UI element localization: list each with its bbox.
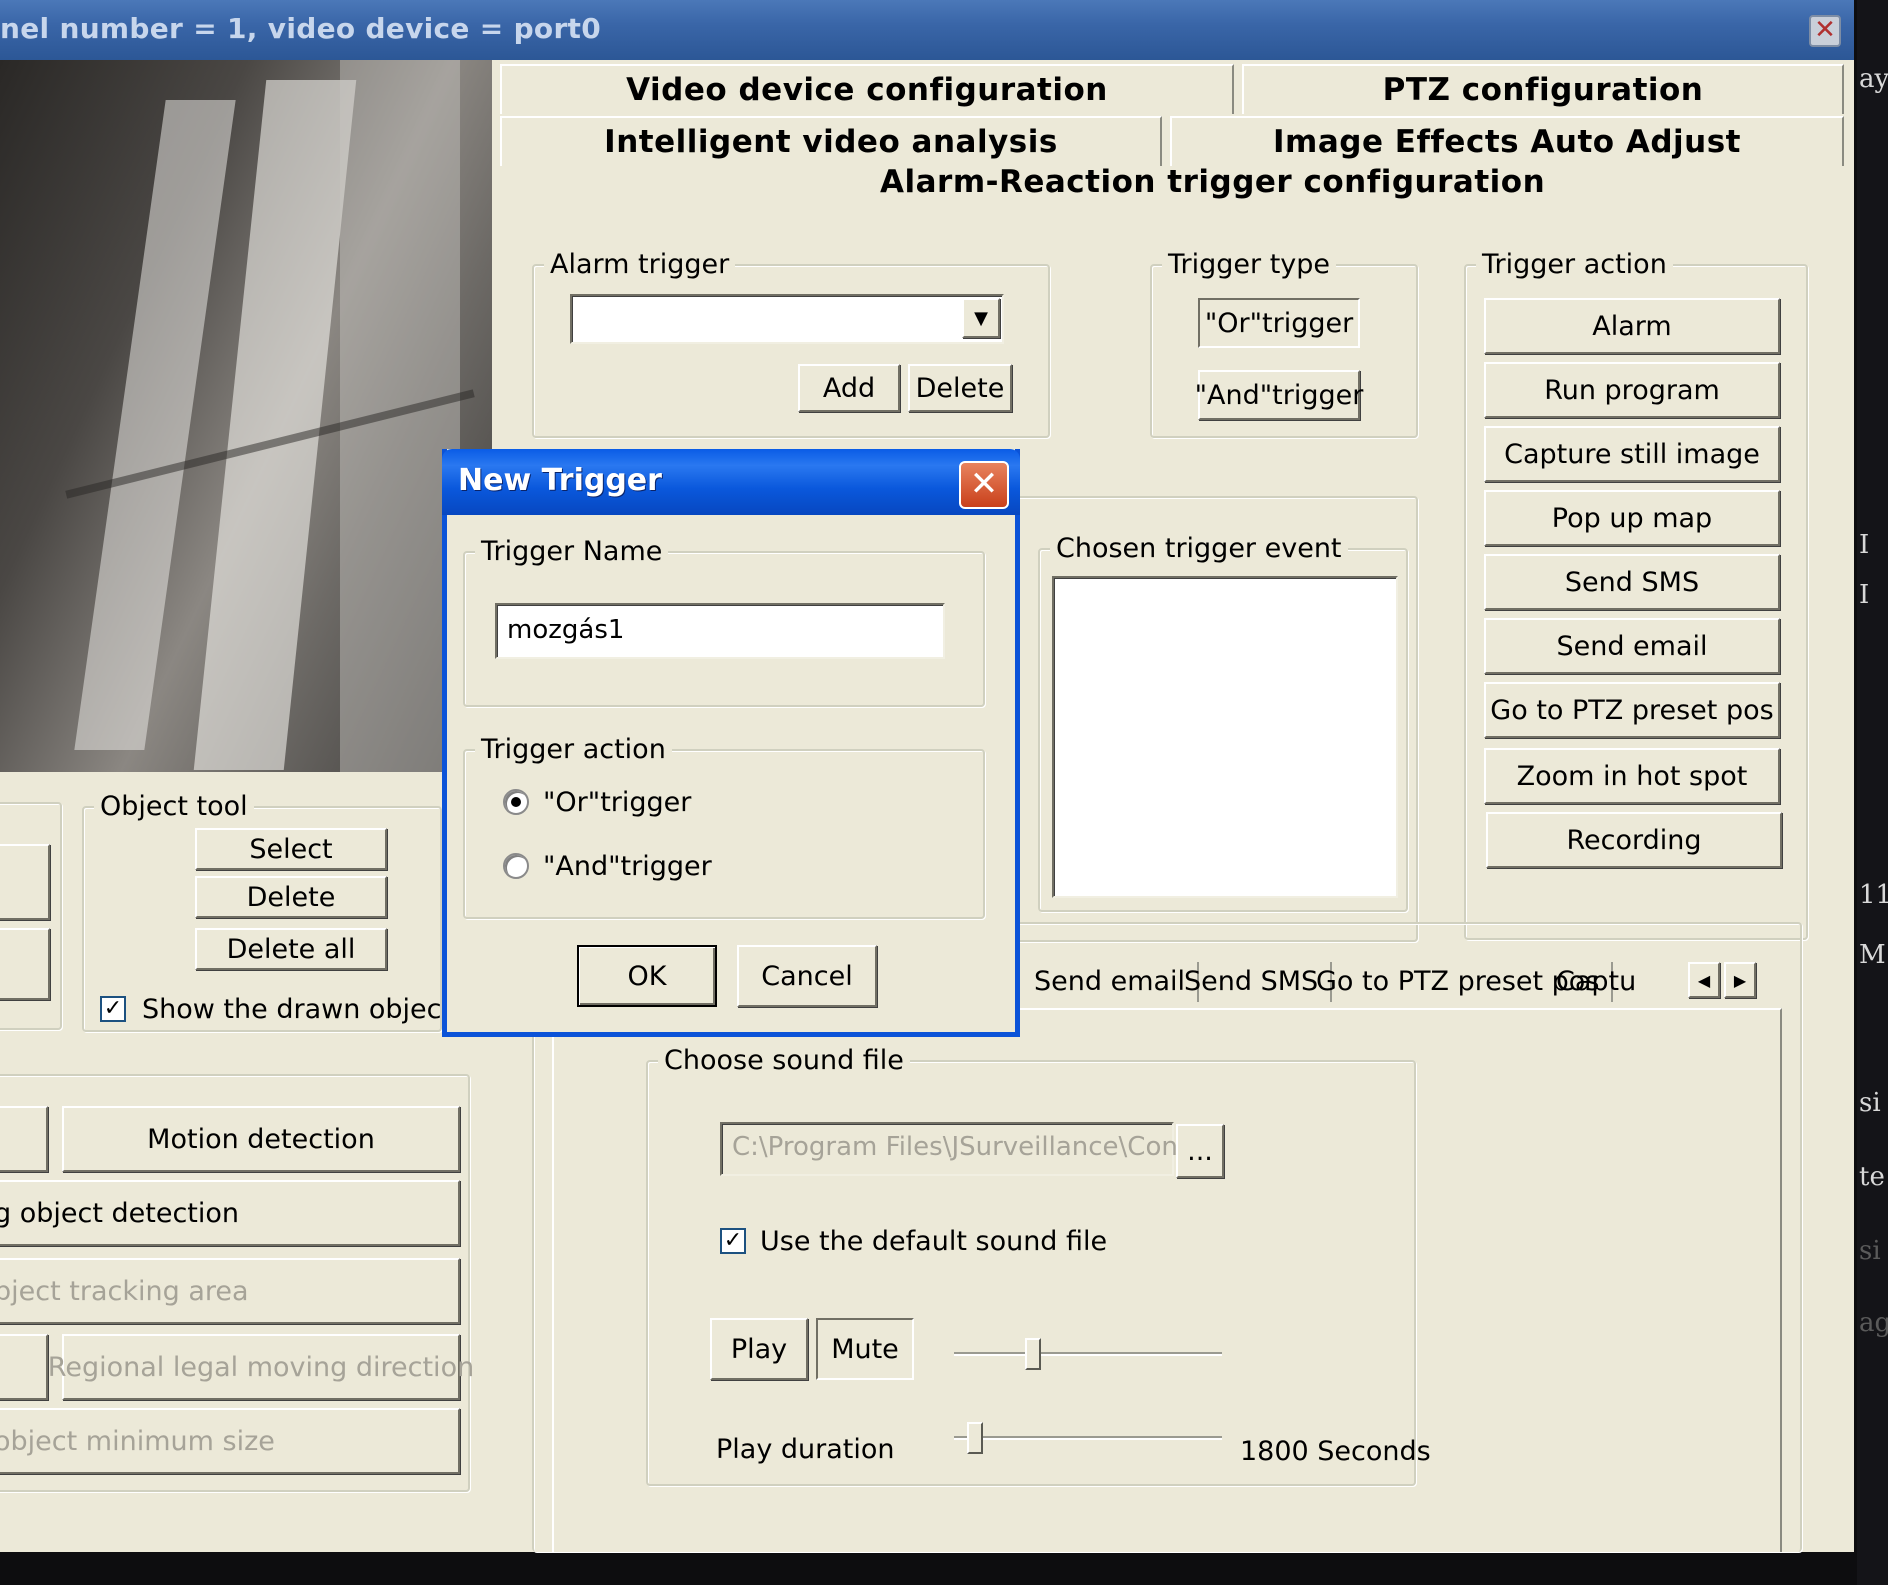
background-text: ay (1859, 64, 1888, 94)
trigger-name-input[interactable]: mozgás1 (495, 603, 945, 659)
tab-intelligent-video[interactable]: Intelligent video analysis (500, 116, 1162, 166)
partial-button[interactable] (0, 1106, 48, 1172)
and-trigger-type-button[interactable]: "And"trigger (1195, 370, 1363, 420)
background-text: ag (1859, 1308, 1888, 1338)
tab-video-device[interactable]: Video device configuration (500, 64, 1234, 114)
min-size-button[interactable]: object minimum size (0, 1408, 460, 1474)
or-trigger-type-button[interactable]: "Or"trigger (1198, 298, 1360, 348)
alarm-trigger-legend: Alarm trigger (544, 250, 736, 280)
or-trigger-radio-label: "Or"trigger (543, 787, 692, 818)
send-sms-button[interactable]: Send SMS (1484, 554, 1780, 610)
action-tab-strip: Send email Send SMS Go to PTZ preset pos… (1022, 962, 1742, 1004)
left-tool-panel: Object tool Select Delete Delete all ✓ S… (0, 772, 492, 1552)
alarm-trigger-select[interactable]: ▼ (570, 294, 1004, 344)
dialog-trigger-action-legend: Trigger action (475, 735, 672, 765)
recording-button[interactable]: Recording (1486, 812, 1782, 868)
pop-up-map-button[interactable]: Pop up map (1484, 490, 1780, 546)
tab-scroll-right-icon[interactable]: ▶ (1724, 962, 1756, 998)
select-button[interactable]: Select (195, 828, 387, 870)
sound-path-value: C:\Program Files\JSurveillance\Conf (732, 1132, 1187, 1162)
motion-detection-button[interactable]: Motion detection (62, 1106, 460, 1172)
partial-button[interactable] (0, 928, 50, 1000)
dialog-title-bar: New Trigger ✕ (442, 449, 1020, 515)
background-text: I (1859, 580, 1870, 610)
object-detection-button[interactable]: g object detection (0, 1180, 460, 1246)
background-text: 11 (1859, 880, 1888, 910)
sound-file-group: Choose sound file (646, 1046, 1416, 1486)
delete-all-button[interactable]: Delete all (195, 928, 387, 970)
trigger-action-legend: Trigger action (1476, 250, 1673, 280)
trigger-type-legend: Trigger type (1162, 250, 1337, 280)
run-program-button[interactable]: Run program (1484, 362, 1780, 418)
background-text: si (1859, 1088, 1881, 1118)
tab-scroll-left-icon[interactable]: ◀ (1688, 962, 1720, 998)
and-trigger-radio[interactable] (503, 853, 529, 879)
background-text: te (1859, 1162, 1885, 1192)
partial-button[interactable] (0, 1334, 48, 1400)
trigger-name-value: mozgás1 (507, 615, 625, 645)
play-duration-label: Play duration (716, 1434, 895, 1465)
new-trigger-dialog: New Trigger ✕ Trigger Name mozgás1 Trigg… (442, 449, 1020, 1037)
background-text: si (1859, 1236, 1881, 1266)
tab-capture[interactable]: Captu (1544, 962, 1648, 1002)
delete-trigger-button[interactable]: Delete (908, 364, 1012, 412)
tracking-area-button[interactable]: bject tracking area (0, 1258, 460, 1324)
or-trigger-radio[interactable] (503, 789, 529, 815)
and-trigger-radio-label: "And"trigger (543, 851, 712, 882)
add-trigger-button[interactable]: Add (798, 364, 900, 412)
background-text: M (1859, 940, 1886, 970)
play-duration-value: 1800 Seconds (1240, 1436, 1431, 1467)
tab-ptz[interactable]: PTZ configuration (1242, 64, 1844, 114)
regional-direction-button[interactable]: Regional legal moving direction (48, 1334, 474, 1400)
dialog-trigger-action-group: Trigger action (463, 735, 985, 919)
title-bar: nel number = 1, video device = port0 ✕ (0, 0, 1854, 60)
use-default-sound-checkbox[interactable]: ✓ (720, 1228, 746, 1254)
show-drawn-checkbox[interactable]: ✓ (100, 996, 126, 1022)
ok-button[interactable]: OK (577, 945, 717, 1007)
chevron-down-icon[interactable]: ▼ (962, 298, 1000, 338)
show-drawn-label: Show the drawn object (142, 994, 453, 1025)
dialog-close-icon[interactable]: ✕ (959, 461, 1009, 509)
window-title: nel number = 1, video device = port0 (0, 12, 602, 45)
duration-slider-track (954, 1436, 1222, 1440)
window-close-icon[interactable]: ✕ (1809, 15, 1841, 47)
object-tool-legend: Object tool (94, 792, 254, 822)
duration-slider[interactable] (966, 1422, 983, 1454)
alarm-action-button[interactable]: Alarm (1484, 298, 1780, 354)
trigger-name-legend: Trigger Name (475, 537, 669, 567)
partial-button[interactable] (0, 844, 50, 920)
mute-button[interactable]: Mute (816, 1318, 914, 1380)
zoom-hot-spot-button[interactable]: Zoom in hot spot (1484, 748, 1780, 804)
sound-path-field[interactable]: C:\Program Files\JSurveillance\Conf (720, 1122, 1187, 1176)
delete-object-button[interactable]: Delete (195, 876, 387, 918)
chosen-event-list[interactable] (1052, 576, 1398, 898)
tab-alarm-reaction[interactable]: Alarm-Reaction trigger configuration (880, 164, 1545, 200)
tab-image-effects[interactable]: Image Effects Auto Adjust (1170, 116, 1844, 166)
send-email-button[interactable]: Send email (1484, 618, 1780, 674)
chosen-event-legend: Chosen trigger event (1050, 534, 1348, 564)
browse-button[interactable]: ... (1176, 1124, 1224, 1178)
background-app-strip: ay I I 11 M si te si ag (1857, 0, 1888, 1585)
capture-still-button[interactable]: Capture still image (1484, 426, 1780, 482)
cancel-button[interactable]: Cancel (737, 945, 877, 1007)
background-text: I (1859, 530, 1870, 560)
play-button[interactable]: Play (710, 1318, 808, 1380)
dialog-title: New Trigger (458, 463, 662, 498)
goto-ptz-preset-button[interactable]: Go to PTZ preset pos (1484, 682, 1780, 738)
volume-slider-track (954, 1352, 1222, 1356)
use-default-sound-label: Use the default sound file (760, 1226, 1108, 1257)
sound-file-legend: Choose sound file (658, 1046, 910, 1076)
volume-slider[interactable] (1024, 1338, 1041, 1370)
video-preview[interactable] (0, 60, 492, 772)
